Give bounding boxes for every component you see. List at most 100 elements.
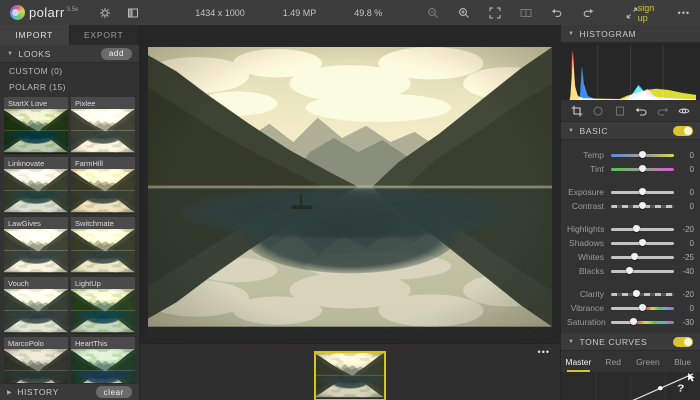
slider-knob[interactable] [631,253,639,260]
basic-section-header[interactable]: ▼ BASIC [561,122,700,140]
slider-row-saturation: Saturation -30 [567,315,694,329]
tone-curves-section-header[interactable]: ▼ TONE CURVES [561,333,700,351]
tab-red[interactable]: Red [596,351,631,372]
curve-point[interactable] [657,386,663,391]
looks-group-polarr[interactable]: POLARR (15) [0,79,139,95]
crop-icon[interactable] [571,105,583,117]
look-startx-love[interactable]: StartX Love [4,97,68,154]
looks-section-header[interactable]: ▼ LOOKS add [0,45,139,63]
app-name: polarr [29,5,65,20]
slider-value: 0 [689,164,694,174]
clear-history-button[interactable]: clear [95,386,132,398]
look-label: Linknovate [4,157,68,169]
slider-label: Contrast [571,201,604,211]
contrast-slider[interactable] [611,202,674,209]
slider-label: Shadows [569,238,604,248]
slider-knob[interactable] [639,304,646,311]
histogram-section-header[interactable]: ▼ HISTOGRAM [561,25,700,43]
slider-label: Exposure [568,187,604,197]
looks-title: LOOKS [18,48,51,59]
tab-green[interactable]: Green [631,351,666,372]
look-vouch[interactable]: Vouch [4,277,68,334]
highlights-slider[interactable] [611,225,674,232]
temp-slider[interactable] [611,151,674,158]
settings-gear-icon[interactable] [98,6,110,20]
clarity-slider[interactable] [611,290,674,297]
tab-export[interactable]: EXPORT [70,25,139,45]
fullscreen-icon[interactable] [625,6,637,20]
compare-icon[interactable] [519,6,533,20]
filmstrip: ••• [140,343,560,400]
slider-knob[interactable] [632,290,640,297]
slider-knob[interactable] [639,188,646,195]
tint-slider[interactable] [611,165,674,172]
slider-value: -20 [682,289,694,299]
polarr-app: polarr 3.5e 1434 x 1000 1.49 MP 49.8 % s… [0,0,700,400]
exposure-slider[interactable] [611,188,674,195]
look-switchmate[interactable]: Switchmate [71,217,135,274]
tone-curve-channel-tabs: Master Red Green Blue [561,351,700,373]
chevron-down-icon: ▼ [568,338,575,345]
sign-up-link[interactable]: sign up [638,3,664,23]
slider-row-blacks: Blacks -40 [567,264,694,278]
slider-knob[interactable] [629,318,637,325]
look-preview [4,109,68,154]
slider-label: Clarity [579,289,604,299]
show-original-eye-icon[interactable] [678,105,690,117]
slider-knob[interactable] [626,267,634,274]
filmstrip-more-icon[interactable]: ••• [538,347,550,357]
zoom-out-icon[interactable] [426,6,440,20]
circle-mask-icon[interactable] [592,105,604,117]
slider-value: 0 [689,238,694,248]
look-label: FarmHill [71,157,135,169]
vibrance-slider[interactable] [611,304,674,311]
slider-knob[interactable] [639,202,646,209]
filmstrip-thumbnail-selected[interactable] [314,351,386,400]
look-farmhill[interactable]: FarmHill [71,157,135,214]
undo-icon[interactable] [550,6,564,20]
look-preview [4,169,68,214]
topbar: polarr 3.5e 1434 x 1000 1.49 MP 49.8 % s… [0,0,700,25]
adjust-toolbar [561,100,700,122]
slider-label: Saturation [567,317,606,327]
slider-knob[interactable] [632,225,640,232]
look-lawgives[interactable]: LawGives [4,217,68,274]
slider-row-whites: Whites -25 [567,250,694,264]
look-label: LawGives [4,217,68,229]
basic-enable-toggle[interactable] [673,125,693,136]
redo-icon[interactable] [581,6,595,20]
redo-icon[interactable] [657,105,669,117]
slider-row-temp: Temp 0 [567,148,694,162]
slider-knob[interactable] [639,151,646,158]
look-pixlee[interactable]: Pixlee [71,97,135,154]
history-section-header[interactable]: ▶ HISTORY clear [0,383,139,400]
shadows-slider[interactable] [611,239,674,246]
look-lightup[interactable]: LightUp [71,277,135,334]
tab-blue[interactable]: Blue [665,351,700,372]
topbar-more-icon[interactable]: ••• [678,8,690,18]
panel-layout-icon[interactable] [127,6,139,20]
add-look-button[interactable]: add [100,47,132,60]
look-linknovate[interactable]: Linknovate [4,157,68,214]
looks-group-custom[interactable]: CUSTOM (0) [0,63,139,79]
slider-label: Whites [578,252,604,262]
undo-icon[interactable] [635,105,647,117]
edited-photo[interactable] [148,47,552,338]
fit-screen-icon[interactable] [488,6,502,20]
whites-slider[interactable] [611,253,674,260]
tone-curves-enable-toggle[interactable] [673,336,693,347]
zoom-in-icon[interactable] [457,6,471,20]
look-label: StartX Love [4,97,68,109]
blacks-slider[interactable] [611,267,674,274]
rect-mask-icon[interactable] [614,105,626,117]
tone-curve-plot[interactable]: ? [561,373,700,400]
tab-master[interactable]: Master [561,351,596,372]
tab-import[interactable]: IMPORT [0,25,70,45]
saturation-slider[interactable] [611,318,674,325]
slider-knob[interactable] [639,239,646,246]
slider-row-clarity: Clarity -20 [567,287,694,301]
tone-curves-title: TONE CURVES [579,336,648,347]
import-export-tabs: IMPORT EXPORT [0,25,139,45]
slider-knob[interactable] [639,165,646,172]
polarr-logo-icon [10,5,25,20]
